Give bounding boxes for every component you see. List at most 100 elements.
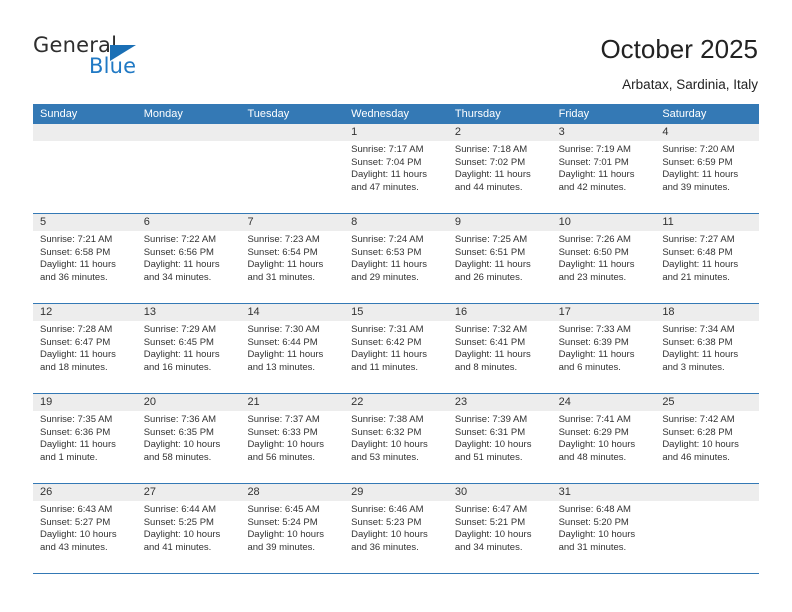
daylight-text-line1: Daylight: 11 hours [351,259,428,271]
sunrise-text: Sunrise: 7:25 AM [454,234,528,245]
calendar-week-row: 5 Sunrise: 7:21 AM Sunset: 6:58 PM Dayli… [33,214,760,304]
day-number [136,124,241,141]
brand-name-blue: Blue [89,54,137,78]
calendar-day-cell[interactable]: 15 Sunrise: 7:31 AM Sunset: 6:42 PM Dayl… [344,304,448,393]
day-number: 23 [447,394,552,411]
calendar-day-cell[interactable]: 13 Sunrise: 7:29 AM Sunset: 6:45 PM Dayl… [136,304,241,393]
day-number: 10 [551,214,656,231]
sunrise-text: Sunrise: 7:23 AM [247,234,320,245]
calendar-day-cell [240,124,345,213]
daylight-text-line2: and 41 minutes. [143,541,212,553]
daylight-text-line2: and 36 minutes. [40,271,108,283]
calendar-day-cell[interactable]: 11 Sunrise: 7:27 AM Sunset: 6:48 PM Dayl… [655,214,760,303]
daylight-text-line1: Daylight: 11 hours [558,349,635,361]
sunset-text: Sunset: 7:02 PM [454,156,526,168]
day-details: Sunrise: 7:24 AM Sunset: 6:53 PM Dayligh… [344,231,448,284]
calendar-day-cell[interactable]: 26 Sunrise: 6:43 AM Sunset: 5:27 PM Dayl… [33,484,137,573]
daylight-text-line2: and 56 minutes. [247,451,316,463]
calendar-day-cell[interactable]: 31 Sunrise: 6:48 AM Sunset: 5:20 PM Dayl… [551,484,656,573]
sunrise-text: Sunrise: 7:41 AM [558,414,631,425]
daylight-text-line1: Daylight: 10 hours [143,529,221,541]
sunset-text: Sunset: 6:39 PM [558,336,629,348]
day-details: Sunrise: 6:44 AM Sunset: 5:25 PM Dayligh… [137,501,241,554]
day-number: 2 [447,124,552,141]
day-number: 16 [447,304,552,321]
day-number: 12 [33,304,137,321]
calendar-day-cell[interactable]: 19 Sunrise: 7:35 AM Sunset: 6:36 PM Dayl… [33,394,137,483]
calendar-day-cell[interactable]: 27 Sunrise: 6:44 AM Sunset: 5:25 PM Dayl… [136,484,241,573]
calendar-day-cell[interactable]: 4 Sunrise: 7:20 AM Sunset: 6:59 PM Dayli… [655,124,760,213]
daylight-text-line1: Daylight: 11 hours [247,349,324,361]
brand-logo[interactable]: General Blue [33,33,213,85]
day-details: Sunrise: 7:39 AM Sunset: 6:31 PM Dayligh… [448,411,552,464]
daylight-text-line1: Daylight: 11 hours [247,259,324,271]
calendar-day-cell[interactable]: 12 Sunrise: 7:28 AM Sunset: 6:47 PM Dayl… [33,304,137,393]
sunset-text: Sunset: 6:41 PM [454,336,526,348]
day-details: Sunrise: 6:43 AM Sunset: 5:27 PM Dayligh… [33,501,137,554]
day-details: Sunrise: 7:30 AM Sunset: 6:44 PM Dayligh… [240,321,344,374]
daylight-text-line2: and 46 minutes. [662,451,730,463]
calendar-day-cell[interactable]: 16 Sunrise: 7:32 AM Sunset: 6:41 PM Dayl… [447,304,552,393]
day-details: Sunrise: 7:26 AM Sunset: 6:50 PM Dayligh… [552,231,656,284]
day-details: Sunrise: 7:19 AM Sunset: 7:01 PM Dayligh… [552,141,656,194]
sunrise-text: Sunrise: 7:34 AM [662,324,735,335]
calendar-day-cell[interactable]: 2 Sunrise: 7:18 AM Sunset: 7:02 PM Dayli… [447,124,552,213]
sunset-text: Sunset: 7:01 PM [558,156,629,168]
calendar-day-cell[interactable]: 3 Sunrise: 7:19 AM Sunset: 7:01 PM Dayli… [551,124,656,213]
calendar-day-cell[interactable]: 8 Sunrise: 7:24 AM Sunset: 6:53 PM Dayli… [344,214,448,303]
day-details: Sunrise: 6:46 AM Sunset: 5:23 PM Dayligh… [344,501,448,554]
sunrise-text: Sunrise: 6:48 AM [558,504,631,515]
calendar-day-cell[interactable]: 28 Sunrise: 6:45 AM Sunset: 5:24 PM Dayl… [240,484,345,573]
page-header: General Blue October 2025 Arbatax, Sardi… [0,0,792,100]
calendar-day-cell[interactable]: 25 Sunrise: 7:42 AM Sunset: 6:28 PM Dayl… [655,394,760,483]
daylight-text-line1: Daylight: 11 hours [662,259,739,271]
calendar-day-cell[interactable]: 20 Sunrise: 7:36 AM Sunset: 6:35 PM Dayl… [136,394,241,483]
sunset-text: Sunset: 5:20 PM [558,516,629,528]
calendar-day-cell[interactable]: 5 Sunrise: 7:21 AM Sunset: 6:58 PM Dayli… [33,214,137,303]
sunset-text: Sunset: 6:35 PM [143,426,214,438]
daylight-text-line1: Daylight: 10 hours [247,439,325,451]
sunset-text: Sunset: 6:32 PM [351,426,422,438]
calendar-day-cell[interactable]: 21 Sunrise: 7:37 AM Sunset: 6:33 PM Dayl… [240,394,345,483]
daylight-text-line2: and 44 minutes. [454,181,523,193]
calendar-day-cell[interactable]: 1 Sunrise: 7:17 AM Sunset: 7:04 PM Dayli… [344,124,448,213]
calendar-day-cell[interactable]: 23 Sunrise: 7:39 AM Sunset: 6:31 PM Dayl… [447,394,552,483]
day-number: 1 [344,124,448,141]
daylight-text-line2: and 18 minutes. [40,361,108,373]
calendar-day-cell[interactable]: 30 Sunrise: 6:47 AM Sunset: 5:21 PM Dayl… [447,484,552,573]
daylight-text-line2: and 29 minutes. [351,271,419,283]
calendar-day-cell[interactable]: 14 Sunrise: 7:30 AM Sunset: 6:44 PM Dayl… [240,304,345,393]
calendar-day-cell[interactable]: 10 Sunrise: 7:26 AM Sunset: 6:50 PM Dayl… [551,214,656,303]
calendar-day-cell[interactable]: 9 Sunrise: 7:25 AM Sunset: 6:51 PM Dayli… [447,214,552,303]
calendar-day-cell[interactable]: 17 Sunrise: 7:33 AM Sunset: 6:39 PM Dayl… [551,304,656,393]
calendar-day-cell[interactable]: 18 Sunrise: 7:34 AM Sunset: 6:38 PM Dayl… [655,304,760,393]
calendar-day-cell[interactable]: 7 Sunrise: 7:23 AM Sunset: 6:54 PM Dayli… [240,214,345,303]
page-subtitle: Arbatax, Sardinia, Italy [622,77,758,92]
sunrise-text: Sunrise: 7:42 AM [662,414,735,425]
day-number: 18 [655,304,760,321]
calendar-day-cell[interactable]: 6 Sunrise: 7:22 AM Sunset: 6:56 PM Dayli… [136,214,241,303]
day-details: Sunrise: 7:28 AM Sunset: 6:47 PM Dayligh… [33,321,137,374]
day-number: 26 [33,484,137,501]
sunset-text: Sunset: 5:27 PM [40,516,111,528]
daylight-text-line2: and 39 minutes. [662,181,730,193]
daylight-text-line1: Daylight: 11 hours [351,169,428,181]
weekday-header-row: Sunday Monday Tuesday Wednesday Thursday… [33,104,759,124]
calendar-day-cell [33,124,137,213]
day-number: 8 [344,214,448,231]
daylight-text-line2: and 39 minutes. [247,541,316,553]
calendar-day-cell[interactable]: 22 Sunrise: 7:38 AM Sunset: 6:32 PM Dayl… [344,394,448,483]
calendar-week-row: 12 Sunrise: 7:28 AM Sunset: 6:47 PM Dayl… [33,304,760,394]
calendar-day-cell[interactable]: 29 Sunrise: 6:46 AM Sunset: 5:23 PM Dayl… [344,484,448,573]
calendar-page: General Blue October 2025 Arbatax, Sardi… [0,0,792,612]
daylight-text-line2: and 3 minutes. [662,361,725,373]
day-details: Sunrise: 7:42 AM Sunset: 6:28 PM Dayligh… [655,411,759,464]
calendar-day-cell[interactable]: 24 Sunrise: 7:41 AM Sunset: 6:29 PM Dayl… [551,394,656,483]
daylight-text-line2: and 1 minute. [40,451,98,463]
day-number: 3 [551,124,656,141]
daylight-text-line2: and 26 minutes. [454,271,523,283]
day-number: 22 [344,394,448,411]
weekday-header-monday: Monday [143,108,183,120]
day-number: 31 [551,484,656,501]
day-details: Sunrise: 7:35 AM Sunset: 6:36 PM Dayligh… [33,411,137,464]
